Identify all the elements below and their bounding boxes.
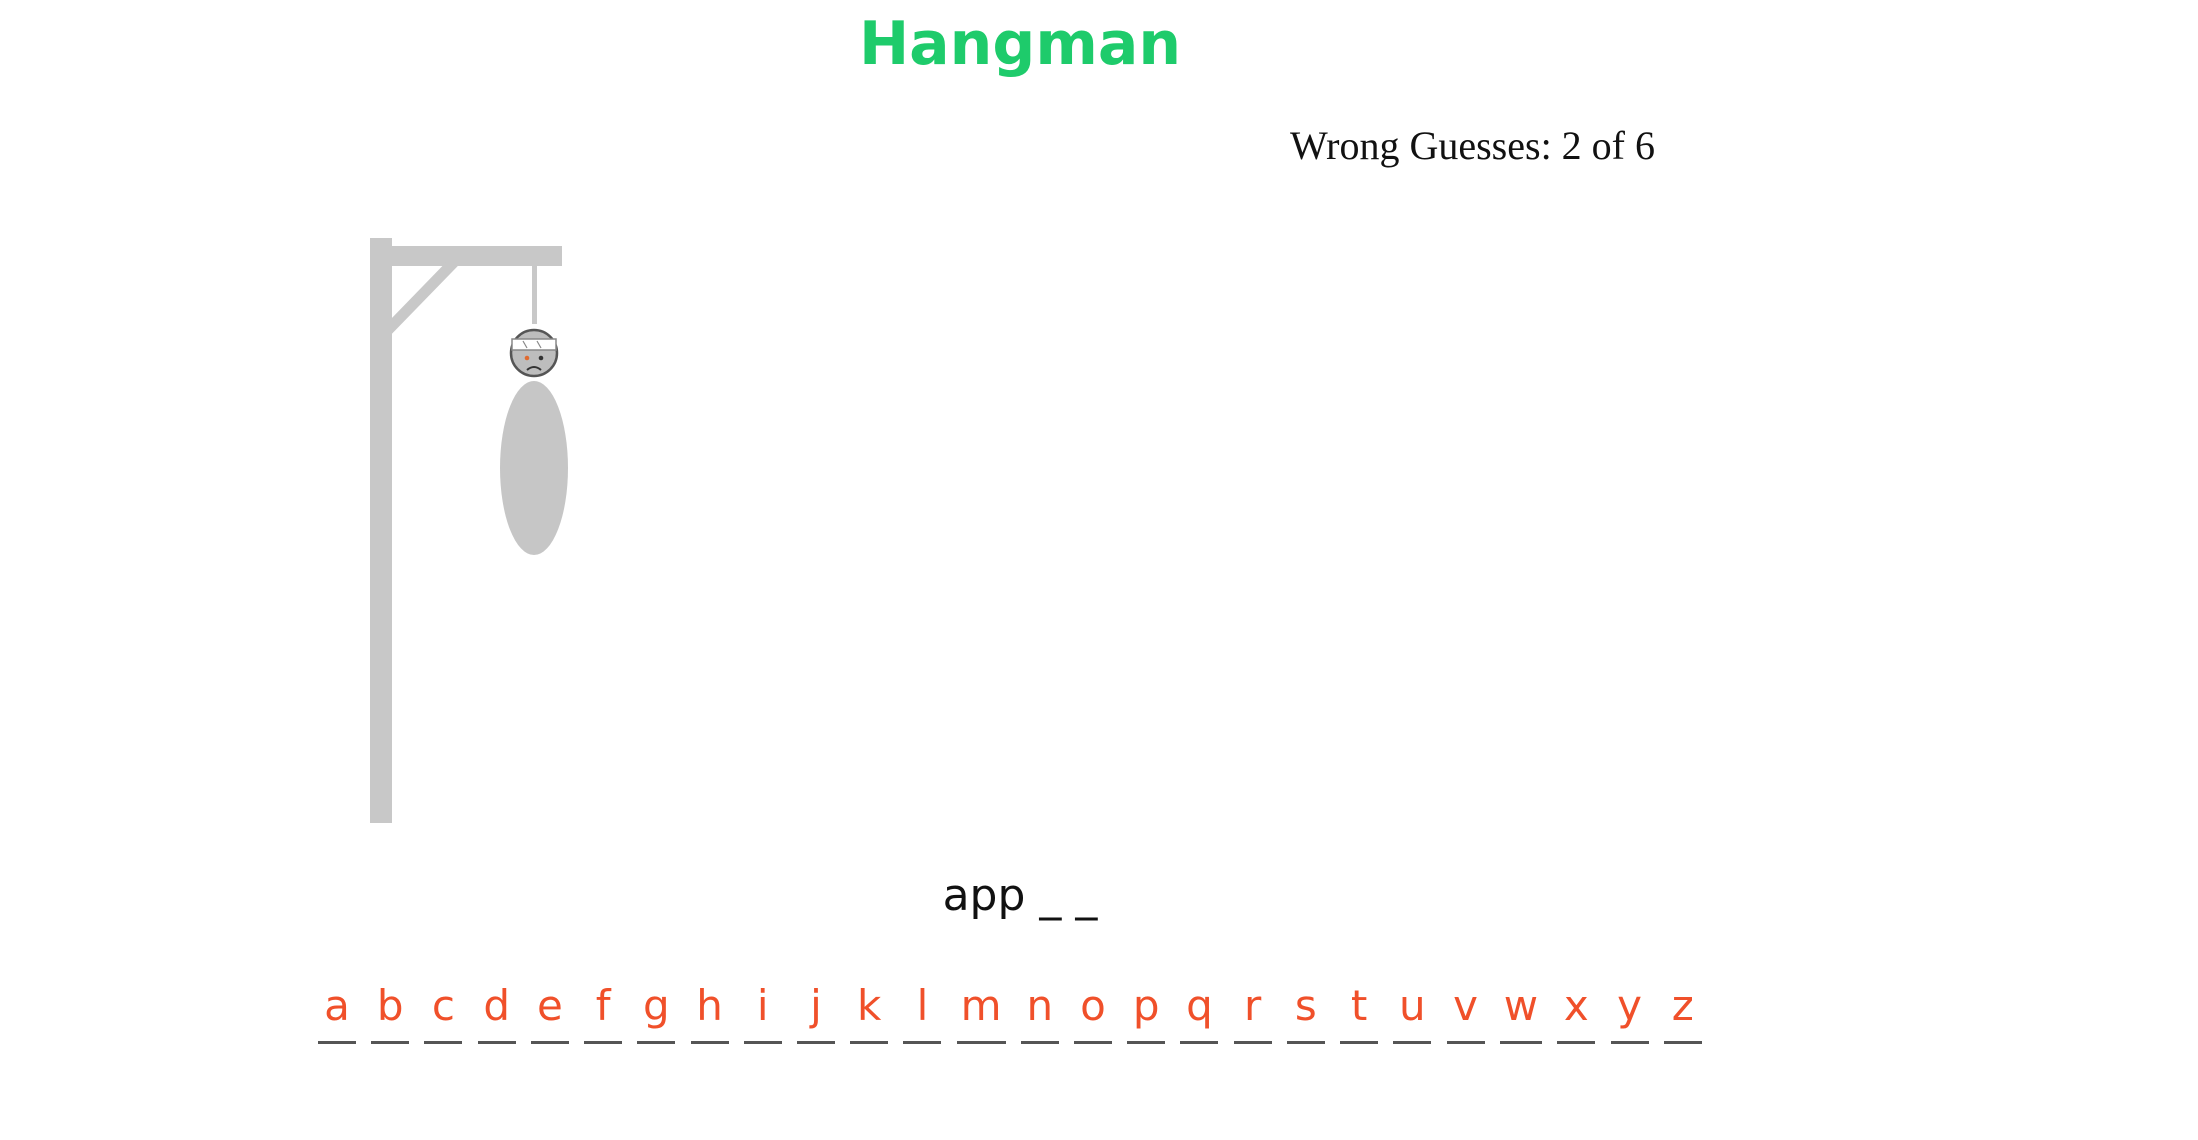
- letter-button-r[interactable]: r: [1233, 980, 1272, 1052]
- page-title: Hangman: [858, 9, 1182, 79]
- hangman-drawing: [370, 238, 568, 823]
- letter-button-t[interactable]: t: [1340, 980, 1379, 1052]
- letter-button-u[interactable]: u: [1393, 980, 1432, 1052]
- letter-button-f[interactable]: f: [584, 980, 623, 1052]
- letter-button-p[interactable]: p: [1127, 980, 1166, 1052]
- letter-button-s[interactable]: s: [1286, 980, 1325, 1052]
- gallows-rope: [532, 264, 537, 324]
- gallows-brace: [380, 258, 458, 338]
- letter-button-x[interactable]: x: [1557, 980, 1596, 1052]
- letter-button-k[interactable]: k: [850, 980, 889, 1052]
- letter-button-l[interactable]: l: [903, 980, 942, 1052]
- letter-button-y[interactable]: y: [1610, 980, 1649, 1052]
- letter-button-c[interactable]: c: [424, 980, 463, 1052]
- wrong-guesses-counter: Wrong Guesses: 2 of 6: [1290, 123, 1655, 168]
- letter-keyboard: a b c d e f g h i j k l m n o p q r s t …: [318, 980, 1702, 1052]
- letter-button-j[interactable]: j: [796, 980, 835, 1052]
- letter-button-n[interactable]: n: [1020, 980, 1059, 1052]
- letter-button-m[interactable]: m: [956, 980, 1006, 1052]
- letter-button-w[interactable]: w: [1499, 980, 1543, 1052]
- letter-button-g[interactable]: g: [637, 980, 676, 1052]
- letter-button-a[interactable]: a: [318, 980, 356, 1052]
- letter-button-e[interactable]: e: [530, 980, 569, 1052]
- hangman-body: [500, 381, 568, 555]
- letter-button-o[interactable]: o: [1073, 980, 1112, 1052]
- letter-button-i[interactable]: i: [743, 980, 782, 1052]
- letter-button-v[interactable]: v: [1446, 980, 1485, 1052]
- letter-button-d[interactable]: d: [477, 980, 516, 1052]
- letter-button-h[interactable]: h: [690, 980, 729, 1052]
- letter-button-q[interactable]: q: [1180, 980, 1219, 1052]
- gallows-beam: [370, 246, 562, 266]
- bandaged-face-icon: [509, 328, 559, 378]
- letter-button-b[interactable]: b: [371, 980, 410, 1052]
- word-display: app _ _: [942, 870, 1098, 921]
- letter-button-z[interactable]: z: [1663, 980, 1702, 1052]
